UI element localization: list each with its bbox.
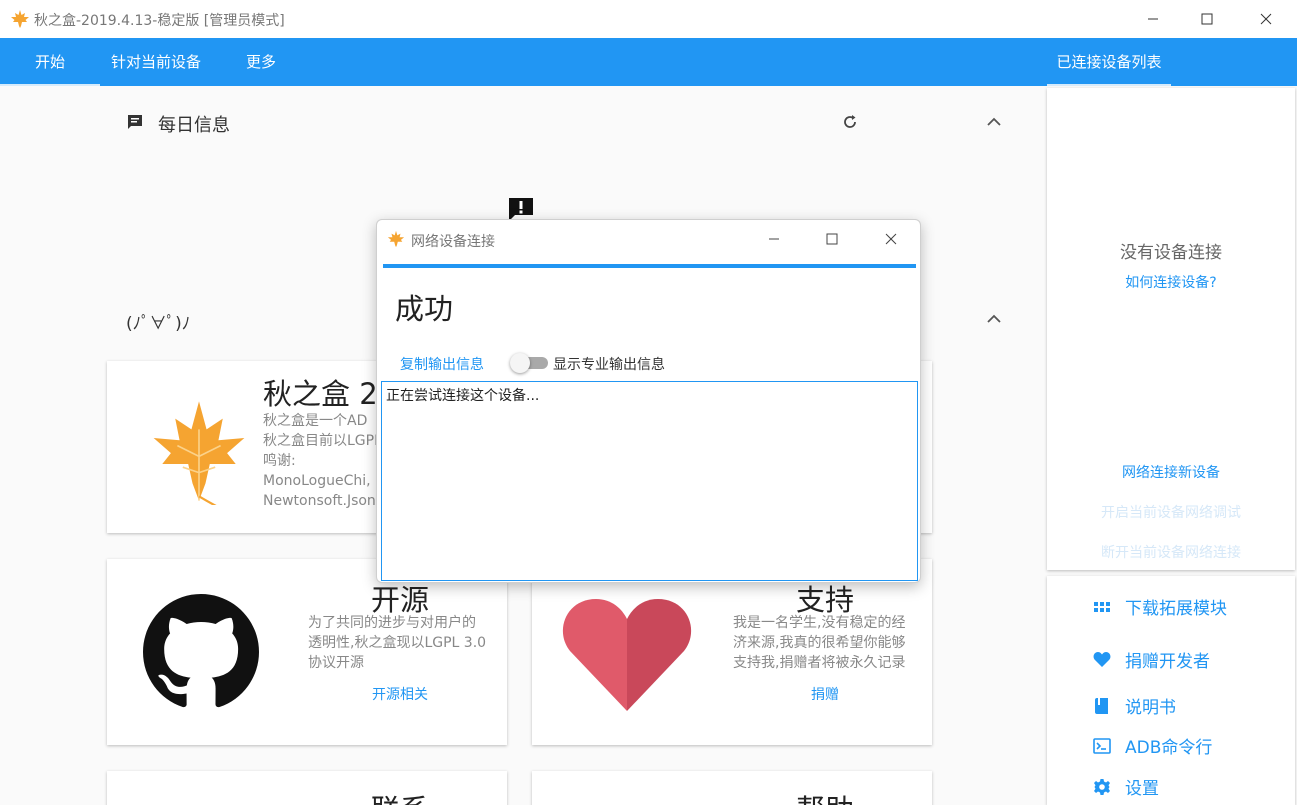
book-icon [1095,697,1108,714]
download-modules-button[interactable]: 下载拓展模块 [1093,594,1227,619]
daily-info-label: 每日信息 [158,115,230,136]
support-line: 支持我,捐赠者将被永久记录 [733,655,906,671]
about-line: 鸣谢: [263,453,296,469]
maple-leaf-icon [387,230,405,248]
minimize-button[interactable] [1124,0,1182,38]
dialog-minimize-button[interactable] [763,228,785,250]
tab-more[interactable]: 更多 [226,38,296,86]
support-line: 我是一名学生,没有稳定的经 [733,615,906,631]
close-icon [885,233,897,245]
dialog-close-button[interactable] [880,228,902,250]
opensource-link[interactable]: 开源相关 [372,684,428,704]
enable-network-debug-button[interactable]: 开启当前设备网络调试 [1047,502,1295,522]
tools-panel: 下载拓展模块 捐赠开发者 说明书 ADB命令行 设置 [1047,576,1295,805]
tab-current-device[interactable]: 针对当前设备 [100,38,212,86]
output-textbox[interactable]: 正在尝试连接这个设备... [381,381,918,581]
about-line: 秋之盒是一个AD [263,413,368,429]
about-title: 秋之盒 2 [263,377,378,411]
donate-developer-label: 捐赠开发者 [1125,652,1210,672]
pro-output-label: 显示专业输出信息 [553,357,665,373]
donate-link[interactable]: 捐赠 [811,684,839,704]
progress-bar [383,264,916,268]
kaomoji-label: (ﾉﾟ∀ﾟ)ﾉ [126,314,191,334]
gear-icon [1094,778,1110,795]
support-text: 我是一名学生,没有稳定的经 济来源,我真的很希望你能够 支持我,捐赠者将被永久记… [733,613,905,673]
menu-bar: 开始 针对当前设备 更多 已连接设备列表 [0,38,1297,86]
dialog-maximize-button[interactable] [821,228,843,250]
adb-terminal-button[interactable]: ADB命令行 [1093,733,1212,758]
heart-icon [562,599,692,711]
opensource-text: 为了共同的进步与对用户的 透明性,秋之盒现以LGPL 3.0 协议开源 [308,613,486,673]
device-list-panel: 没有设备连接 如何连接设备? 网络连接新设备 开启当前设备网络调试 断开当前设备… [1047,88,1295,570]
how-to-connect-link[interactable]: 如何连接设备? [1047,272,1295,292]
settings-button[interactable]: 设置 [1093,774,1159,799]
settings-label: 设置 [1125,779,1159,799]
no-device-text: 没有设备连接 [1120,243,1222,263]
close-icon [1260,13,1272,25]
copy-output-button[interactable]: 复制输出信息 [400,354,484,374]
collapse-daily-icon[interactable] [986,114,1002,130]
maximize-button[interactable] [1178,0,1236,38]
collapse-kaomoji-icon[interactable] [986,311,1002,327]
maple-leaf-logo [153,401,245,505]
download-modules-label: 下载拓展模块 [1125,599,1227,619]
adb-terminal-label: ADB命令行 [1125,738,1213,758]
window-title: 秋之盒-2019.4.13-稳定版 [管理员模式] [34,13,285,29]
terminal-icon [1093,737,1111,754]
network-connect-new-button[interactable]: 网络连接新设备 [1047,462,1295,482]
github-icon [143,594,259,708]
support-card: 支持 我是一名学生,没有稳定的经 济来源,我真的很希望你能够 支持我,捐赠者将被… [532,559,932,745]
minimize-icon [1148,18,1158,20]
manual-button[interactable]: 说明书 [1093,693,1176,718]
grid-icon [1094,601,1110,612]
main-window: 秋之盒-2019.4.13-稳定版 [管理员模式] 开始 针对当前设备 更多 已… [0,0,1297,805]
opensource-line: 为了共同的进步与对用户的 [308,615,476,631]
donate-developer-button[interactable]: 捐赠开发者 [1093,647,1210,672]
close-button[interactable] [1237,0,1295,38]
manual-label: 说明书 [1125,698,1176,718]
maple-leaf-icon [11,10,29,28]
toggle-knob [510,353,530,373]
support-line: 济来源,我真的很希望你能够 [733,635,906,651]
maximize-icon [826,233,838,245]
opensource-line: 透明性,秋之盒现以LGPL 3.0 [308,635,487,651]
about-text: 秋之盒是一个AD 秋之盒目前以LGPL 鸣谢: MonoLogueChi, Ne… [263,411,382,511]
daily-info-header: 每日信息 [2,102,1040,142]
maximize-icon [1201,13,1213,25]
about-line: MonoLogueChi, [263,473,371,489]
contact-card: 联系 [107,771,507,805]
progress-fill [383,264,916,268]
opensource-card: 开源 为了共同的进步与对用户的 透明性,秋之盒现以LGPL 3.0 协议开源 开… [107,559,507,745]
status-text: 成功 [395,292,454,326]
pro-output-toggle[interactable] [510,352,548,373]
disconnect-network-button[interactable]: 断开当前设备网络连接 [1047,542,1295,562]
heart-icon [1093,651,1111,667]
minimize-icon [769,238,779,240]
tab-start[interactable]: 开始 [0,38,100,86]
contact-title: 联系 [371,787,429,805]
help-title: 帮助 [796,787,854,805]
message-icon [128,115,142,129]
network-connect-dialog: 网络设备连接 成功 复制输出信息 显示专业输出信息 正在尝试连接这个设备... [376,219,921,583]
about-line: Newtonsoft.Json [263,493,376,509]
about-line: 秋之盒目前以LGPL [263,433,382,449]
opensource-line: 协议开源 [308,655,364,671]
refresh-icon[interactable] [842,114,858,130]
tab-connected-devices[interactable]: 已连接设备列表 [1047,38,1171,86]
help-card: 帮助 [532,771,932,805]
title-bar: 秋之盒-2019.4.13-稳定版 [管理员模式] [0,0,1297,38]
dialog-title: 网络设备连接 [411,234,495,250]
